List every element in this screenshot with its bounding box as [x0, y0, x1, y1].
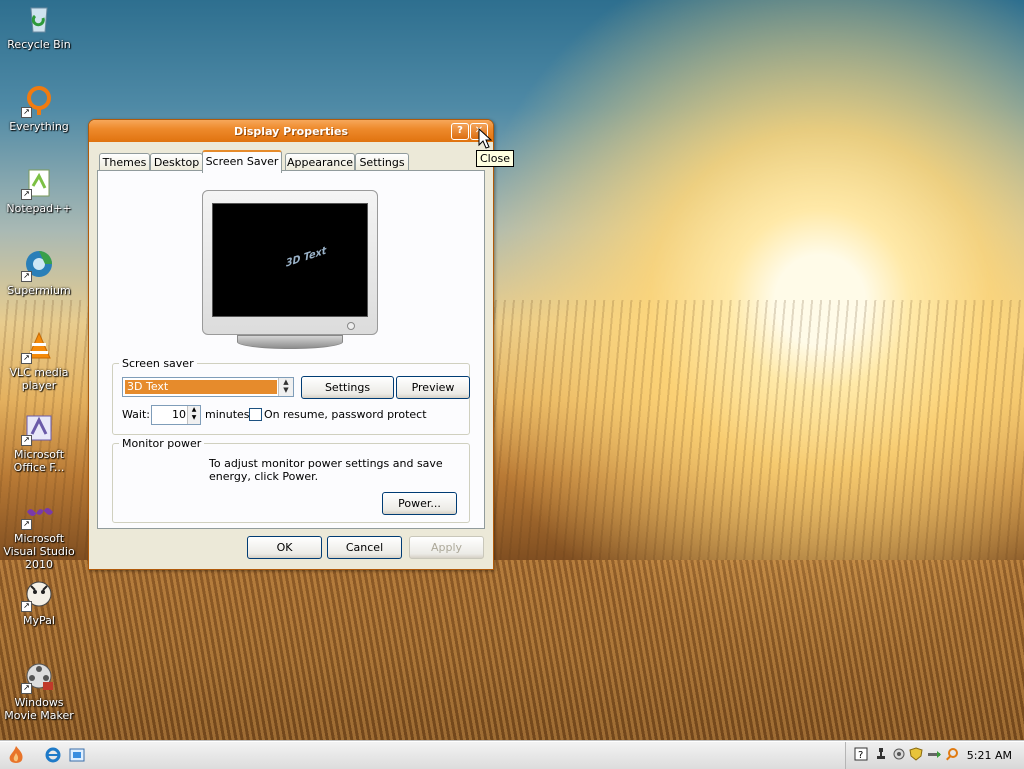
everything-search-icon: ↗ [21, 84, 55, 118]
screen-saver-legend: Screen saver [119, 357, 197, 370]
tab-desktop[interactable]: Desktop [150, 153, 203, 171]
dialog-title: Display Properties [233, 125, 349, 138]
shortcut-arrow-icon: ↗ [21, 353, 32, 364]
password-protect-checkbox[interactable] [249, 408, 262, 421]
desktop-icon-label: Everything [9, 120, 69, 133]
mypal-icon: ↗ [21, 578, 55, 612]
notepadpp-icon: ↗ [21, 166, 55, 200]
svg-text:?: ? [858, 750, 863, 761]
tab-themes[interactable]: Themes [99, 153, 150, 171]
movie-maker-icon: ↗ [21, 660, 55, 694]
desktop-icon-recycle-bin[interactable]: Recycle Bin [0, 2, 78, 51]
wait-label: Wait: [122, 408, 150, 421]
search-tray-icon[interactable] [944, 747, 960, 763]
monitor-preview: 3D Text [202, 190, 378, 349]
mouse-cursor-icon [478, 128, 492, 149]
recycle-bin-icon [23, 2, 55, 34]
password-protect-label: On resume, password protect [264, 408, 427, 421]
monitor-power-description: To adjust monitor power settings and sav… [209, 457, 443, 483]
cancel-button[interactable]: Cancel [327, 536, 402, 559]
desktop-icon-label: Microsoft Office F... [13, 448, 65, 474]
desktop-icon-label: Windows Movie Maker [4, 696, 74, 722]
desktop-icon-label: Microsoft Visual Studio 2010 [3, 532, 75, 571]
desktop-icon-label: MyPal [23, 614, 55, 627]
settings-tray-icon[interactable] [891, 747, 907, 763]
desktop-icon-visual-studio[interactable]: ↗ Microsoft Visual Studio 2010 [0, 496, 78, 571]
quicklaunch-ie-icon[interactable] [45, 747, 61, 763]
display-properties-dialog: Display Properties ? ✕ Themes Desktop Sc… [88, 119, 494, 570]
supermium-browser-icon: ↗ [21, 248, 55, 282]
screen-saver-panel: 3D Text Screen saver 3D Text ▲ ▼ Settings… [97, 170, 485, 529]
apply-button[interactable]: Apply [409, 536, 484, 559]
shortcut-arrow-icon: ↗ [21, 519, 32, 530]
monitor-power-legend: Monitor power [119, 437, 205, 450]
monitor-stand [237, 335, 343, 349]
desktop-icon-everything[interactable]: ↗ Everything [0, 84, 78, 133]
network-tray-icon[interactable] [873, 747, 889, 763]
desktop-icon-movie-maker[interactable]: ↗ Windows Movie Maker [0, 660, 78, 722]
preview-screen: 3D Text [212, 203, 368, 317]
shortcut-arrow-icon: ↗ [21, 435, 32, 446]
screen-saver-select[interactable]: 3D Text ▲ ▼ [122, 377, 294, 397]
tab-appearance[interactable]: Appearance [285, 153, 355, 171]
desktop-icon-vlc[interactable]: ↗ VLC media player [0, 330, 78, 392]
preview-3d-text: 3D Text [285, 245, 327, 270]
safely-remove-hardware-icon[interactable] [926, 747, 942, 763]
tab-screen-saver[interactable]: Screen Saver [202, 150, 282, 173]
power-button[interactable]: Power... [382, 492, 457, 515]
shortcut-arrow-icon: ↗ [21, 271, 32, 282]
quicklaunch-desktop-icon[interactable] [69, 747, 85, 763]
screen-saver-selected: 3D Text [125, 380, 277, 394]
visual-studio-icon: ↗ [21, 496, 55, 530]
desktop-icon-label: VLC media player [9, 366, 69, 392]
desktop-icon-label: Supermium [7, 284, 71, 297]
shortcut-arrow-icon: ↗ [21, 683, 32, 694]
security-shield-icon[interactable] [908, 747, 924, 763]
vlc-icon: ↗ [21, 330, 55, 364]
wait-minutes-field[interactable]: 10 ▲ ▼ [151, 405, 201, 425]
screen-saver-groupbox: Screen saver 3D Text ▲ ▼ Settings Preview… [112, 357, 470, 435]
taskbar: ? 5:21 AM [0, 741, 1024, 769]
desktop-icon-label: Recycle Bin [7, 38, 71, 51]
dialog-titlebar[interactable]: Display Properties ? ✕ [89, 120, 493, 142]
taskbar-clock[interactable]: 5:21 AM [967, 749, 1012, 762]
start-button[interactable] [6, 745, 26, 765]
monitor-power-groupbox: Monitor power To adjust monitor power se… [112, 437, 470, 523]
desktop-icon-mypal[interactable]: ↗ MyPal [0, 578, 78, 627]
desktop-icon-supermium[interactable]: ↗ Supermium [0, 248, 78, 297]
desktop-icon-notepadpp[interactable]: ↗ Notepad++ [0, 166, 78, 215]
preview-button[interactable]: Preview [396, 376, 470, 399]
help-button[interactable]: ? [451, 123, 469, 140]
desktop-icon-office[interactable]: ↗ Microsoft Office F... [0, 412, 78, 474]
shortcut-arrow-icon: ↗ [21, 189, 32, 200]
tab-settings[interactable]: Settings [355, 153, 409, 171]
dropdown-spin-icon[interactable]: ▲ ▼ [278, 378, 293, 396]
ok-button[interactable]: OK [247, 536, 322, 559]
shortcut-arrow-icon: ↗ [21, 107, 32, 118]
office-icon: ↗ [21, 412, 55, 446]
system-tray: ? 5:21 AM [845, 742, 1024, 769]
minutes-label: minutes [205, 408, 250, 421]
wait-stepper-icon[interactable]: ▲ ▼ [187, 406, 200, 424]
help-tray-icon[interactable]: ? [853, 747, 869, 763]
close-tooltip: Close [476, 150, 514, 167]
settings-button[interactable]: Settings [301, 376, 394, 399]
shortcut-arrow-icon: ↗ [21, 601, 32, 612]
monitor-bezel: 3D Text [202, 190, 378, 335]
desktop-icon-label: Notepad++ [6, 202, 72, 215]
wait-minutes-value: 10 [172, 408, 186, 421]
wallpaper-grass [0, 560, 1024, 740]
start-flame-icon [9, 746, 23, 763]
monitor-power-led [347, 322, 355, 330]
